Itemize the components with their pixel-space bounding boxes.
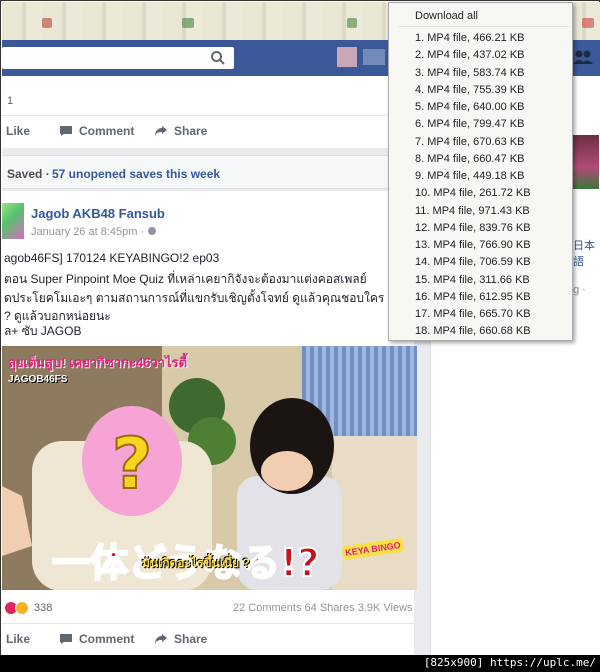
like-button[interactable]: Like <box>6 124 30 138</box>
share-icon <box>155 634 167 644</box>
reaction-count[interactable]: 338 <box>34 602 52 614</box>
download-item[interactable]: 15. MP4 file, 311.66 KB <box>415 272 530 289</box>
screenshot-frame: 日本語 ng · 1 Like Comment Share Saved · 57… <box>0 0 600 672</box>
comment-icon <box>60 126 72 136</box>
comment-icon <box>60 634 72 644</box>
post-text-line: ล+ ซับ JAGOB <box>4 324 82 338</box>
comment-button[interactable]: Comment <box>59 124 134 138</box>
globe-icon <box>148 227 157 235</box>
post-text-line: agob46FS] 170124 KEYABINGO!2 ep03 <box>4 251 220 265</box>
video-subtitle-th: มันเกิดอะไรขึ้นเนี่ย ? <box>142 556 250 570</box>
download-item[interactable]: 7. MP4 file, 670.63 KB <box>415 134 524 151</box>
saved-items-bar[interactable]: Saved · 57 unopened saves this week <box>2 155 414 189</box>
download-all-item[interactable]: Download all <box>415 10 478 22</box>
post-timestamp[interactable]: January 26 at 8:45pm · <box>31 226 157 238</box>
friend-requests-icon[interactable] <box>572 49 594 65</box>
sidebar-thumbnail[interactable] <box>573 135 599 189</box>
post-text-line: ดประโยคโมเอะๆ ตามสถานการณ์ที่แขกรับเชิญต… <box>4 291 385 305</box>
toolbar-icon[interactable] <box>42 18 52 28</box>
divider <box>2 623 414 624</box>
share-button[interactable]: Share <box>154 632 207 646</box>
download-item[interactable]: 16. MP4 file, 612.95 KB <box>415 289 531 306</box>
search-input[interactable] <box>2 47 234 69</box>
fansub-watermark: JAGOB46FS <box>8 374 68 385</box>
page-name-link[interactable]: Jagob AKB48 Fansub <box>31 206 165 221</box>
download-item[interactable]: 8. MP4 file, 660.47 KB <box>415 151 524 168</box>
download-item[interactable]: 13. MP4 file, 766.90 KB <box>415 237 531 254</box>
menu-separator <box>399 26 569 27</box>
profile-avatar[interactable] <box>337 47 357 67</box>
toolbar-icon[interactable] <box>182 18 194 28</box>
download-menu: Download all 1. MP4 file, 466.21 KB 2. M… <box>388 2 573 341</box>
toolbar-icon[interactable] <box>347 18 357 28</box>
search-icon[interactable] <box>210 50 226 66</box>
download-item[interactable]: 6. MP4 file, 799.47 KB <box>415 116 524 133</box>
share-button[interactable]: Share <box>154 124 207 138</box>
download-item[interactable]: 12. MP4 file, 839.76 KB <box>415 220 531 237</box>
comment-button[interactable]: Comment <box>59 632 134 646</box>
status-text: [825x900] https://uplc.me/ <box>423 656 596 669</box>
divider <box>2 115 414 116</box>
status-bar: [825x900] https://uplc.me/ <box>0 655 600 672</box>
share-icon <box>155 126 167 136</box>
download-item[interactable]: 10. MP4 file, 261.72 KB <box>415 185 531 202</box>
download-item[interactable]: 1. MP4 file, 466.21 KB <box>415 30 524 47</box>
download-item[interactable]: 18. MP4 file, 660.68 KB <box>415 323 531 340</box>
reaction-icons[interactable] <box>4 601 29 618</box>
page-avatar[interactable] <box>2 203 24 239</box>
download-item[interactable]: 4. MP4 file, 755.39 KB <box>415 82 524 99</box>
download-item[interactable]: 3. MP4 file, 583.74 KB <box>415 65 524 82</box>
like-button[interactable]: Like <box>6 632 30 646</box>
post-stats[interactable]: 22 Comments 64 Shares 3.9K Views <box>233 602 413 614</box>
saved-label: Saved · <box>7 167 50 181</box>
profile-name-blurred[interactable] <box>363 49 385 65</box>
video-caption-top: ลุยเต็มสูบ! เคยากิซากะ46วาไรตี้ <box>8 355 188 370</box>
toolbar-icon[interactable] <box>582 18 594 28</box>
download-item[interactable]: 14. MP4 file, 706.59 KB <box>415 254 531 271</box>
download-item[interactable]: 2. MP4 file, 437.02 KB <box>415 47 524 64</box>
download-item[interactable]: 5. MP4 file, 640.00 KB <box>415 99 524 116</box>
svg-text:?: ? <box>112 423 153 505</box>
haha-reaction-icon <box>15 601 29 615</box>
language-link[interactable]: 日本語 <box>573 237 599 269</box>
download-item[interactable]: 11. MP4 file, 971.43 KB <box>415 203 530 220</box>
download-item[interactable]: 9. MP4 file, 449.18 KB <box>415 168 524 185</box>
download-item[interactable]: 17. MP4 file, 665.70 KB <box>415 306 531 323</box>
previous-post-count: 1 <box>7 95 14 107</box>
post-text-line: ตอน Super Pinpoint Moe Quiz ที่เหล่าเคยา… <box>4 272 367 286</box>
saved-count-link[interactable]: 57 unopened saves this week <box>52 167 220 181</box>
video-player[interactable]: ? ลุยเต็มสูบ! เคยากิซากะ46วาไรตี้ JAGOB4… <box>2 346 417 590</box>
